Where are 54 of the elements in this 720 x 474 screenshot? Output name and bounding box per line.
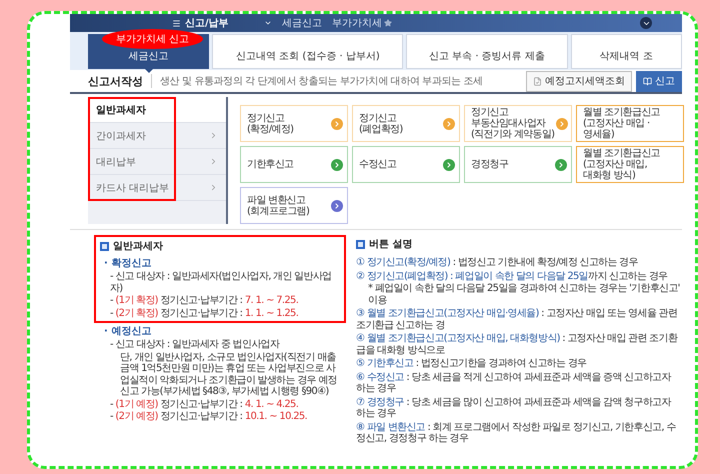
menu-item[interactable]: 간이과세자 [88, 123, 226, 149]
explanation-text: ② 정기신고(폐업확정) : 폐업일이 속한 달의 다음달 25일까지 신고하는 경우 [356, 270, 668, 282]
document-icon [533, 76, 542, 86]
section-subtitle: 생산 및 유통과정의 각 단계에서 창출되는 부가가치에 대하여 부과되는 조세 [151, 74, 483, 88]
chevron-right-icon [209, 131, 218, 140]
tab[interactable]: 신고 부속 · 증빙서류 제출 [406, 34, 568, 68]
chevron-down-icon[interactable] [640, 17, 652, 29]
chevron-right-icon [209, 183, 218, 192]
caret-icon [264, 19, 272, 27]
info-text: - (2기 확정) 정기신고·납부기간 : 1. 1. ~ 1.25. [109, 308, 300, 319]
note-text: * 폐업일이 속한 달의 다음달 25일을 경과하여 신고하는 경우는 '기한후신고' 이용 [367, 283, 681, 306]
info-text: - (2기 예정) 정기신고·납부기간 : 10.1. ~ 10.25. [109, 411, 308, 422]
chevron-right-icon [209, 157, 218, 166]
explanation-text: ⑧ 파일 변환신고 : 회계 프로그램에서 작성한 파일로 정기신고, 기한후신고, 수정신고, 경정청구 하는 경우 [356, 422, 677, 444]
menu-dropdown[interactable]: 신고/납부 [172, 16, 272, 30]
explanation-text: ① 정기신고(확정/예정) : 법정신고 기한내에 확정/예정 신고하는 경우 [356, 257, 639, 268]
breadcrumb-link[interactable]: 부가가치세 [332, 16, 392, 30]
filing-card[interactable]: 정기신고 부동산임대사업자 (직전기와 계약동일) [464, 105, 572, 142]
explanation-text: ⑥ 수정신고 : 당초 세금을 적게 신고하여 과세표준과 세액을 증액 신고하고자 하는 경우 [356, 372, 672, 394]
filing-card[interactable]: 월별 조기환급신고 (고정자산 매입 · 영세율) [576, 105, 684, 142]
info-text: - (1기 예정) 정기신고·납부기간 : 4. 1. ~ 4.25. [109, 398, 300, 410]
info-text: - (1기 확정) 정기신고·납부기간 : 7. 1. ~ 7.25. [109, 295, 300, 306]
info-heading: 버튼 설명 [369, 238, 412, 251]
info-heading: 일반과세자 [113, 240, 163, 253]
square-icon [356, 240, 365, 248]
report-button[interactable]: 신고 [636, 70, 682, 92]
section-title: 신고서작성 [88, 74, 143, 88]
menu-icon [172, 18, 181, 28]
explanation-text: ⑦ 경정청구 : 당초 세금을 많이 신고하여 과세표준과 세액을 감액 청구하고자 하는 경우 [356, 396, 672, 420]
filing-card[interactable]: 수정신고 [352, 146, 460, 183]
info-text: - 신고 대상자 : 일반과세자(법인사업자, 개인 일반사업자) [109, 271, 332, 294]
info-text: 단, 개인 일반사업자, 소규모 법인사업자(직전기 매출금액 1억5천만원 미만)는 휴업 또는 사업부진으로 사업실적이 악화되거나 조기환급이 발생하는 경우 예정신고 가능(부가세법 §48③, 부가세법 시행령 §90④) [119, 352, 338, 398]
info-text: - 신고 대상자 : 일반과세자 중 법인사업자 [109, 339, 281, 350]
explanation-text: ④ 월별 조기환급신고(고정자산 매입, 대화형방식) : 고정자산 매입 관련 조기환급을 대화형 방식으로 [356, 333, 679, 356]
book-icon [643, 76, 652, 86]
group-title: · 확정신고 [103, 257, 152, 270]
menu-item[interactable]: 일반과세자 [88, 97, 226, 123]
lookup-button[interactable]: 예정고지세액조회 [526, 70, 632, 92]
explanation-text: ③ 월별 조기환급신고(고정자산 매입·영세율) : 고정자산 매입 또는 영세율 관련 조기환급 신고하는 경 [356, 308, 678, 331]
filing-card[interactable]: 정기신고 (폐업확정) [352, 105, 460, 142]
menu-item[interactable]: 대리납부 [88, 149, 226, 175]
square-icon [100, 242, 109, 250]
menu-item[interactable]: 카드사 대리납부 [88, 175, 226, 201]
filing-card[interactable]: 정기신고 (확정/예정) [240, 105, 348, 142]
star-icon [384, 19, 392, 27]
filing-card[interactable]: 월별 조기환급신고 (고정자산 매입, 대화형 방식) [576, 146, 684, 183]
tab[interactable]: 신고내역 조회 (접수증 · 납부서) [212, 34, 404, 68]
tab[interactable]: 삭제내역 조 [570, 34, 682, 68]
filing-card[interactable]: 기한후신고 [240, 146, 348, 183]
explanation-text: ⑤ 기한후신고 : 법정신고기한을 경과하여 신고하는 경우 [356, 358, 588, 370]
group-title: · 예정신고 [103, 325, 152, 338]
filing-card[interactable]: 경정청구 [464, 146, 572, 183]
filing-card[interactable]: 파일 변환신고 (회계프로그램) [240, 187, 348, 224]
breadcrumb-link[interactable]: 세금신고 [282, 16, 322, 30]
